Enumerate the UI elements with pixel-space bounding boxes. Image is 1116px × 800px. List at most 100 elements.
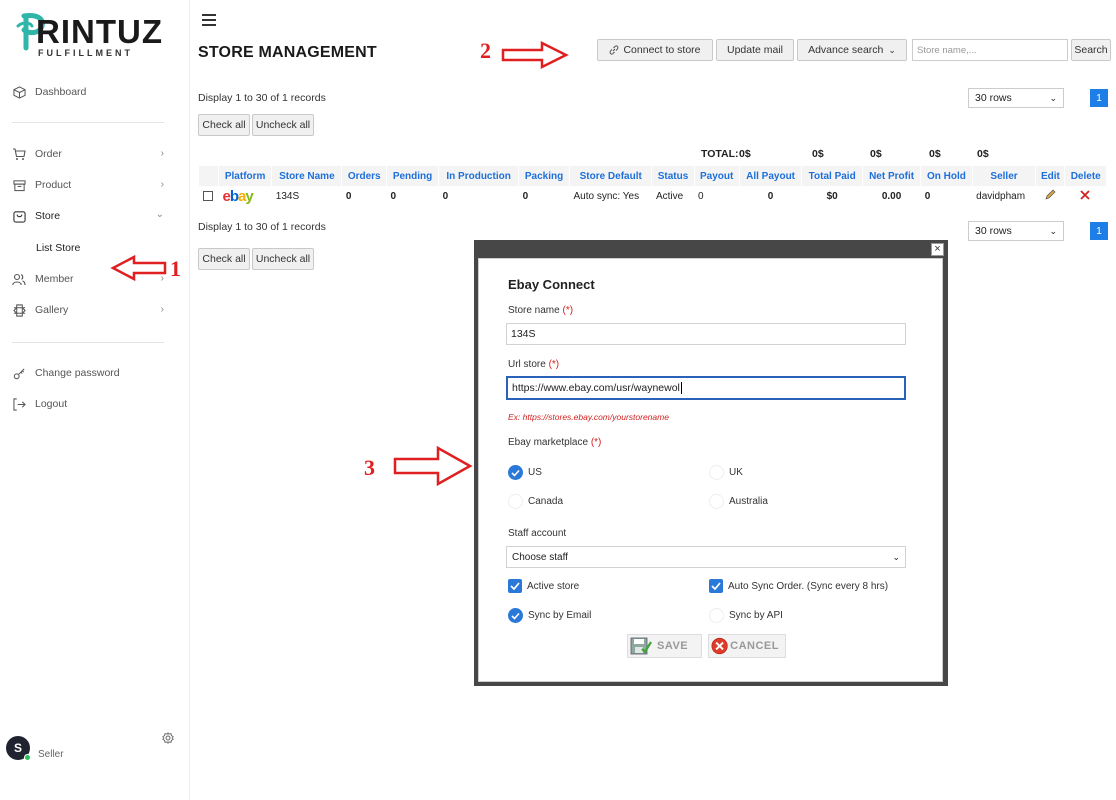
check-all-button-bottom[interactable]: Check all — [198, 248, 250, 270]
link-icon — [610, 45, 619, 55]
store-table: Platform Store Name Orders Pending In Pr… — [198, 166, 1106, 206]
annotation-arrow-right-icon — [393, 445, 473, 487]
sidebar-item-product[interactable]: Product › — [12, 175, 172, 195]
active-store-checkbox[interactable]: Active store — [508, 579, 579, 593]
cart-icon — [12, 147, 26, 161]
sidebar-item-change-password[interactable]: Change password — [12, 363, 172, 383]
check-all-button[interactable]: Check all — [198, 114, 250, 136]
column-header[interactable]: Pending — [386, 166, 439, 186]
cancel-label: CANCEL — [730, 640, 779, 652]
staff-account-label: Staff account — [508, 528, 567, 539]
platform-cell: ebay — [219, 186, 272, 206]
users-icon — [12, 272, 26, 286]
store-default-cell: Auto sync: Yes — [573, 190, 640, 202]
column-header[interactable]: Delete — [1064, 166, 1106, 186]
totals-total-paid: 0$ — [870, 148, 882, 160]
logo-subtitle: FULFILLMENT — [38, 48, 133, 58]
url-store-label: Url store (*) — [508, 359, 559, 370]
column-header[interactable]: Net Profit — [861, 166, 921, 186]
sidebar-item-label: Dashboard — [35, 86, 87, 98]
text-caret — [680, 382, 682, 394]
save-disk-icon — [630, 637, 652, 655]
update-mail-button[interactable]: Update mail — [716, 39, 794, 61]
close-icon[interactable]: × — [931, 243, 944, 256]
column-header[interactable]: Status — [651, 166, 695, 186]
chevron-down-icon: ⌄ — [1049, 225, 1057, 236]
required-marker: (*) — [562, 305, 574, 316]
column-header[interactable]: Store Name — [271, 166, 342, 186]
uncheck-all-button-bottom[interactable]: Uncheck all — [252, 248, 314, 270]
sidebar-item-label: Store — [35, 210, 61, 222]
pagination-page-1[interactable]: 1 — [1090, 89, 1108, 107]
column-header[interactable]: Packing — [518, 166, 570, 186]
column-header[interactable]: Payout — [693, 166, 740, 186]
sidebar-item-logout[interactable]: Logout — [12, 394, 172, 414]
column-header[interactable]: Seller — [971, 166, 1036, 186]
printuz-logo[interactable]: RINTUZ FULFILLMENT — [14, 12, 174, 62]
checkbox-checked-icon — [709, 579, 723, 593]
online-status-dot — [24, 754, 31, 761]
rows-per-page-select[interactable]: 30 rows ⌄ — [968, 88, 1064, 108]
rows-per-page-value: 30 rows — [975, 92, 1012, 104]
gear-icon[interactable] — [162, 732, 174, 744]
column-header[interactable]: Orders — [341, 166, 387, 186]
radio-unchecked-icon — [709, 494, 724, 509]
cancel-button[interactable]: CANCEL — [708, 634, 786, 658]
advance-search-button[interactable]: Advance search ⌄ — [797, 39, 907, 61]
uncheck-all-button[interactable]: Uncheck all — [252, 114, 314, 136]
delete-x-icon[interactable] — [1079, 189, 1091, 201]
marketplace-option-us[interactable]: US — [508, 465, 542, 480]
store-search-input[interactable]: Store name,... — [912, 39, 1068, 61]
gallery-icon — [12, 303, 26, 317]
marketplace-option-canada[interactable]: Canada — [508, 494, 563, 509]
search-button[interactable]: Search — [1071, 39, 1111, 61]
marketplace-option-australia[interactable]: Australia — [709, 494, 768, 509]
pagination-page-1-bottom[interactable]: 1 — [1090, 222, 1108, 240]
column-header[interactable]: Platform — [217, 166, 272, 186]
chevron-down-icon: ⌄ — [1049, 92, 1057, 103]
sidebar-item-label: Change password — [35, 367, 120, 379]
column-header[interactable]: All Payout — [738, 166, 802, 186]
rows-per-page-select-bottom[interactable]: 30 rows ⌄ — [968, 221, 1064, 241]
save-button[interactable]: SAVE — [627, 634, 702, 658]
store-name-field[interactable]: 134S — [506, 323, 906, 345]
sidebar-item-dashboard[interactable]: Dashboard — [12, 82, 172, 102]
sync-by-email-radio[interactable]: Sync by Email — [508, 608, 591, 623]
dialog-title: Ebay Connect — [508, 277, 595, 292]
marketplace-option-uk[interactable]: UK — [709, 465, 743, 480]
radio-unchecked-icon — [508, 494, 523, 509]
sidebar-item-store[interactable]: Store ⌄ — [12, 206, 172, 226]
store-name-label-text: Store name — [508, 305, 560, 316]
save-label: SAVE — [657, 640, 689, 652]
menu-toggle-icon[interactable] — [202, 14, 216, 29]
sidebar-item-order[interactable]: Order › — [12, 144, 172, 164]
column-header[interactable]: Store Default — [568, 166, 652, 186]
cancel-icon — [711, 637, 728, 655]
sync-by-api-radio[interactable]: Sync by API — [709, 608, 783, 623]
sidebar-subitem-list-store[interactable]: List Store — [36, 242, 80, 254]
row-checkbox[interactable] — [202, 190, 213, 201]
column-header[interactable]: Edit — [1035, 166, 1065, 186]
pending-cell: 0 — [390, 190, 397, 202]
url-store-field[interactable]: https://www.ebay.com/usr/waynewol — [506, 376, 906, 400]
column-header[interactable]: Total Paid — [801, 166, 863, 186]
pencil-icon[interactable] — [1044, 189, 1056, 201]
auto-sync-order-checkbox[interactable]: Auto Sync Order. (Sync every 8 hrs) — [709, 579, 888, 593]
row-select-cell[interactable] — [199, 186, 219, 206]
key-icon — [12, 366, 26, 380]
connect-to-store-button[interactable]: Connect to store — [597, 39, 713, 61]
sidebar-item-gallery[interactable]: Gallery › — [12, 300, 172, 320]
column-header[interactable]: On Hold — [920, 166, 973, 186]
chevron-down-icon: ⌄ — [888, 44, 896, 55]
table-row: ebay 134S 0 0 0 0 Auto sync: Yes Active … — [199, 186, 1107, 206]
store-name-label: Store name (*) — [508, 305, 573, 316]
connect-to-store-label: Connect to store — [623, 44, 701, 56]
url-store-label-text: Url store — [508, 359, 546, 370]
staff-account-select[interactable]: Choose staff ⌄ — [506, 546, 906, 568]
chevron-right-icon: › — [160, 148, 164, 159]
sync-by-api-label: Sync by API — [729, 610, 783, 621]
column-header[interactable]: In Production — [438, 166, 519, 186]
rows-per-page-value: 30 rows — [975, 225, 1012, 237]
required-marker: (*) — [590, 437, 602, 448]
checkbox-checked-icon — [508, 579, 522, 593]
